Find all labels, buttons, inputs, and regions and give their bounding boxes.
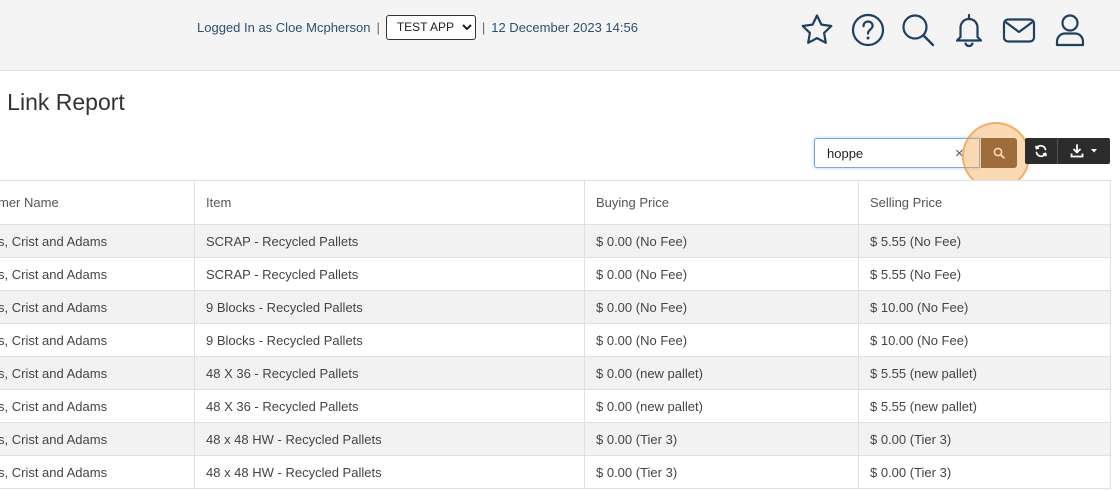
item-cell: SCRAP - Recycled Pallets [194,257,585,291]
bell-icon[interactable] [950,11,988,49]
refresh-button[interactable] [1025,138,1057,164]
column-header-customer-name[interactable]: mer Name [0,180,195,225]
header-icons [798,11,1101,49]
buying-price-cell: $ 0.00 (new pallet) [584,389,859,423]
export-button[interactable] [1058,138,1110,164]
customer-name-cell: s, Crist and Adams [0,257,195,291]
selling-price-cell: $ 10.00 (No Fee) [858,323,1111,357]
buying-price-cell: $ 0.00 (No Fee) [584,257,859,291]
selling-price-cell: $ 5.55 (new pallet) [858,356,1111,390]
buying-price-cell: $ 0.00 (No Fee) [584,290,859,324]
customer-name-cell: s, Crist and Adams [0,224,195,258]
datetime-text: 12 December 2023 14:56 [491,19,638,35]
report-table: mer Name Item Buying Price Selling Price… [0,180,1111,489]
selling-price-cell: $ 5.55 (No Fee) [858,224,1111,258]
search-icon [993,147,1005,159]
selling-price-cell: $ 10.00 (No Fee) [858,290,1111,324]
item-cell: 48 X 36 - Recycled Pallets [194,389,585,423]
column-header-item[interactable]: Item [194,180,585,225]
customer-name-cell: s, Crist and Adams [0,356,195,390]
clear-search-icon[interactable]: × [955,145,964,162]
selling-price-cell: $ 5.55 (new pallet) [858,389,1111,423]
table-row[interactable]: s, Crist and Adams SCRAP - Recycled Palle… [0,257,1111,291]
app-select[interactable]: TEST APP [385,14,476,40]
search-field[interactable]: × [814,138,980,168]
help-icon[interactable] [849,11,887,49]
customer-name-cell: s, Crist and Adams [0,389,195,423]
search-input[interactable] [815,139,957,167]
item-cell: 48 x 48 HW - Recycled Pallets [194,455,585,489]
download-icon [1070,144,1084,158]
buying-price-cell: $ 0.00 (Tier 3) [584,455,859,489]
table-row[interactable]: s, Crist and Adams 48 X 36 - Recycled Pal… [0,389,1111,423]
column-header-buying-price[interactable]: Buying Price [584,180,859,225]
page-title: e Link Report [0,89,125,115]
buying-price-cell: $ 0.00 (No Fee) [584,323,859,357]
logged-in-text: Logged In as Cloe Mcpherson [197,19,371,35]
buying-price-cell: $ 0.00 (No Fee) [584,224,859,258]
selling-price-cell: $ 5.55 (No Fee) [858,257,1111,291]
buying-price-cell: $ 0.00 (new pallet) [584,356,859,390]
separator: | [481,19,486,35]
item-cell: 48 X 36 - Recycled Pallets [194,356,585,390]
customer-name-cell: s, Crist and Adams [0,323,195,357]
table-row[interactable]: s, Crist and Adams SCRAP - Recycled Palle… [0,224,1111,258]
selling-price-cell: $ 0.00 (Tier 3) [858,455,1111,489]
customer-name-cell: s, Crist and Adams [0,455,195,489]
selling-price-cell: $ 0.00 (Tier 3) [858,422,1111,456]
column-header-selling-price[interactable]: Selling Price [858,180,1111,225]
table-row[interactable]: s, Crist and Adams 9 Blocks - Recycled Pa… [0,290,1111,324]
item-cell: SCRAP - Recycled Pallets [194,224,585,258]
mail-icon[interactable] [1000,11,1038,49]
table-actions [1025,138,1110,164]
item-cell: 48 x 48 HW - Recycled Pallets [194,422,585,456]
top-bar: Logged In as Cloe Mcpherson | TEST APP |… [0,0,1120,71]
caret-down-icon [1091,149,1097,153]
buying-price-cell: $ 0.00 (Tier 3) [584,422,859,456]
customer-name-cell: s, Crist and Adams [0,422,195,456]
item-cell: 9 Blocks - Recycled Pallets [194,290,585,324]
search-button[interactable] [981,138,1017,168]
table-row[interactable]: s, Crist and Adams 9 Blocks - Recycled Pa… [0,323,1111,357]
item-cell: 9 Blocks - Recycled Pallets [194,323,585,357]
separator: | [376,19,380,35]
refresh-icon [1035,144,1047,158]
session-info: Logged In as Cloe Mcpherson | TEST APP |… [197,14,638,40]
customer-name-cell: s, Crist and Adams [0,290,195,324]
search-icon[interactable] [899,11,937,49]
table-row[interactable]: s, Crist and Adams 48 x 48 HW - Recycled … [0,422,1111,456]
table-row[interactable]: s, Crist and Adams 48 x 48 HW - Recycled … [0,455,1111,489]
table-header-row: mer Name Item Buying Price Selling Price [0,180,1111,225]
star-icon[interactable] [798,11,836,49]
user-icon[interactable] [1051,11,1089,49]
table-row[interactable]: s, Crist and Adams 48 X 36 - Recycled Pal… [0,356,1111,390]
